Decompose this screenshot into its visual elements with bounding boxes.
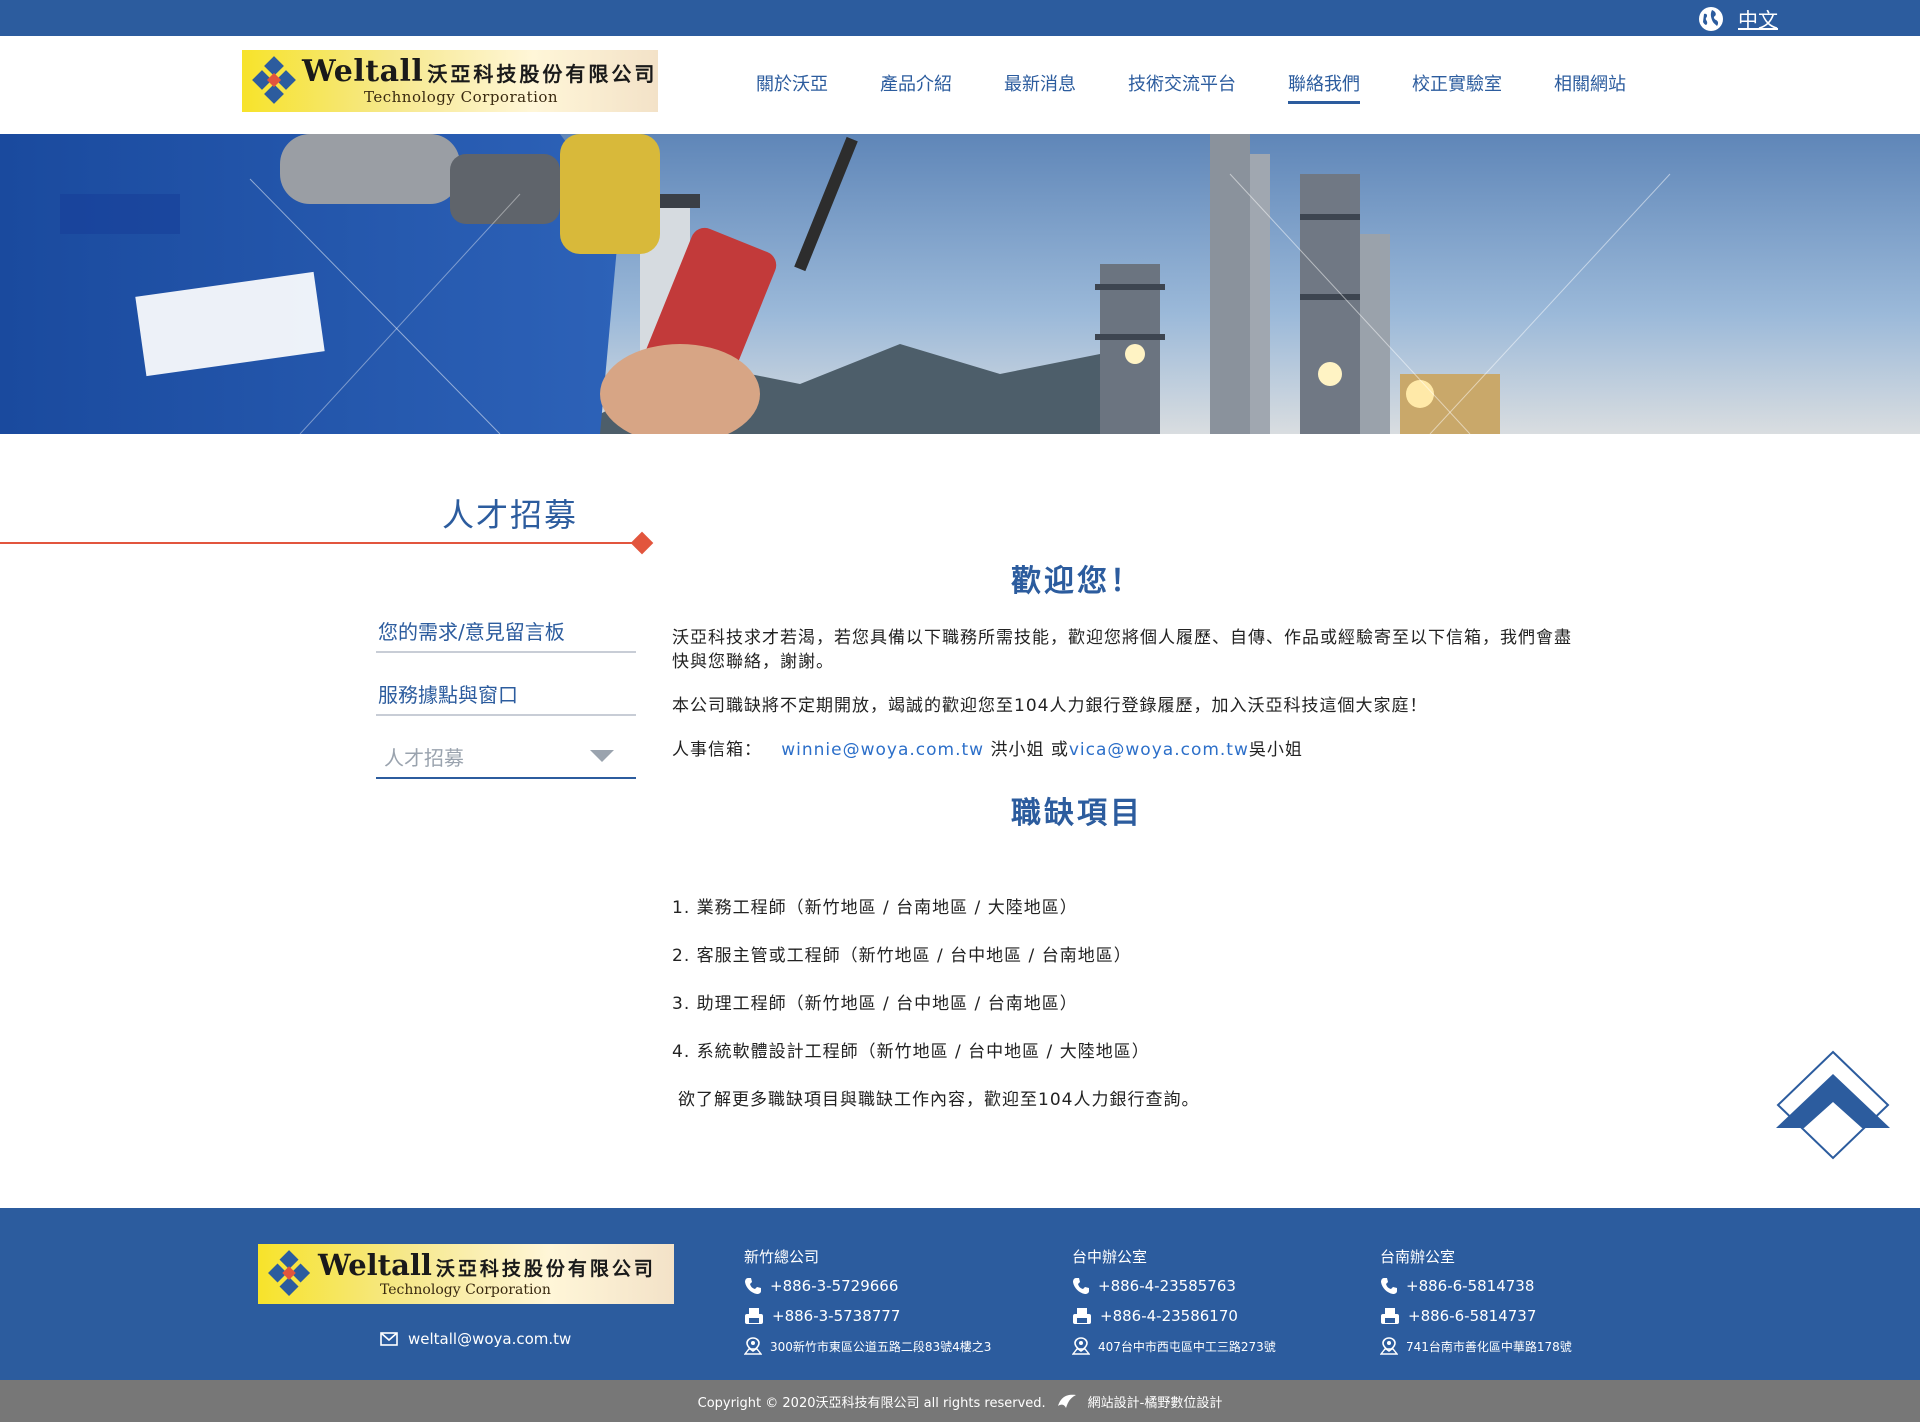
language-label[interactable]: 中文	[1738, 4, 1778, 33]
banner-image	[0, 134, 1920, 434]
hero-banner	[0, 134, 1920, 434]
office-fax-text: +886-3-5738777	[772, 1307, 901, 1325]
fax-icon	[1073, 1308, 1091, 1324]
hr-name-1: 洪小姐 或	[984, 740, 1069, 760]
footer-logo[interactable]: Weltall 沃亞科技股份有限公司 Technology Corporation	[258, 1244, 674, 1304]
office-address: 741台南市善化區中華路178號	[1380, 1337, 1680, 1355]
office-fax-text: +886-4-23586170	[1100, 1307, 1238, 1325]
office-phone: +886-3-5729666	[744, 1277, 1044, 1295]
logo-mark-icon	[268, 1250, 311, 1296]
globe-icon	[1699, 6, 1723, 31]
sidebar-menu: 您的需求/意見留言板 服務據點與窗口 人才招募	[376, 612, 636, 779]
nav-contact[interactable]: 聯絡我們	[1288, 70, 1360, 104]
sidebar-item-service-locations[interactable]: 服務據點與窗口	[376, 675, 636, 716]
office-taichung: 台中辦公室 +886-4-23585763 +886-4-23586170 40…	[1072, 1246, 1372, 1367]
footer-email[interactable]: weltall@woya.com.tw	[380, 1330, 571, 1348]
sidebar-select-value: 人才招募	[384, 746, 464, 770]
designer-credit[interactable]: 網站設計-橘野數位設計	[1088, 1392, 1223, 1411]
logo-brand: Weltall 沃亞科技股份有限公司	[302, 54, 657, 89]
office-fax: +886-3-5738777	[744, 1307, 1044, 1325]
office-address: 407台中市西屯區中工三路273號	[1072, 1337, 1372, 1355]
office-fax: +886-4-23586170	[1072, 1307, 1372, 1325]
hr-email-vica[interactable]: vica@woya.com.tw	[1069, 740, 1249, 760]
office-hsinchu: 新竹總公司 +886-3-5729666 +886-3-5738777 300新…	[744, 1246, 1044, 1367]
language-switcher[interactable]: 中文	[1698, 4, 1778, 33]
office-tainan: 台南辦公室 +886-6-5814738 +886-6-5814737 741台…	[1380, 1246, 1680, 1367]
jobs-heading: 職缺項目	[1011, 796, 1143, 831]
nav-about[interactable]: 關於沃亞	[730, 70, 854, 104]
office-phone: +886-4-23585763	[1072, 1277, 1372, 1295]
fax-icon	[745, 1308, 763, 1324]
mail-icon	[380, 1332, 398, 1346]
location-icon	[1072, 1337, 1090, 1355]
main-nav: 關於沃亞 產品介紹 最新消息 技術交流平台 聯絡我們 校正實驗室 相關網站	[730, 70, 1652, 104]
office-address-text: 300新竹市東區公道五路二段83號4樓之3	[770, 1339, 992, 1354]
office-fax: +886-6-5814737	[1380, 1307, 1680, 1325]
office-address-text: 741台南市善化區中華路178號	[1406, 1339, 1572, 1354]
job-item: 4. 系統軟體設計工程師（新竹地區 / 台中地區 / 大陸地區）	[672, 1042, 1150, 1062]
location-icon	[1380, 1337, 1398, 1355]
intro-text: 沃亞科技求才若渴，若您具備以下職務所需技能，歡迎您將個人履歷、自傳、作品或經驗寄…	[672, 628, 1572, 672]
job-item: 1. 業務工程師（新竹地區 / 台南地區 / 大陸地區）	[672, 898, 1078, 918]
jobs-list: 1. 業務工程師（新竹地區 / 台南地區 / 大陸地區） 2. 客服主管或工程師…	[672, 896, 1572, 1064]
logo-brand-cn: 沃亞科技股份有限公司	[427, 62, 658, 86]
nav-tech-platform[interactable]: 技術交流平台	[1102, 70, 1262, 104]
footer-logo-brand-en: Weltall	[318, 1248, 432, 1282]
office-name: 台中辦公室	[1072, 1248, 1148, 1266]
hr-contact: 人事信箱： winnie@woya.com.tw 洪小姐 或vica@woya.…	[672, 738, 1572, 762]
site-header: Weltall 沃亞科技股份有限公司 Technology Corporation…	[0, 36, 1920, 134]
office-phone-text[interactable]: +886-6-5814738	[1406, 1277, 1534, 1295]
sidebar-item-feedback[interactable]: 您的需求/意見留言板	[376, 612, 636, 653]
copyright-bar: Copyright © 2020沃亞科技有限公司 all rights rese…	[0, 1380, 1920, 1422]
more-jobs-note: 欲了解更多職缺項目與職缺工作內容，歡迎至104人力銀行查詢。	[678, 1090, 1200, 1110]
hr-label: 人事信箱：	[672, 740, 762, 760]
office-name: 台南辦公室	[1380, 1248, 1456, 1266]
job-item: 3. 助理工程師（新竹地區 / 台中地區 / 台南地區）	[672, 994, 1078, 1014]
office-phone: +886-6-5814738	[1380, 1277, 1680, 1295]
fax-icon	[1381, 1308, 1399, 1324]
hr-email-winnie[interactable]: winnie@woya.com.tw	[781, 740, 984, 760]
top-bar: 中文	[0, 0, 1920, 36]
site-footer: Weltall 沃亞科技股份有限公司 Technology Corporation…	[0, 1208, 1920, 1380]
job-item: 2. 客服主管或工程師（新竹地區 / 台中地區 / 台南地區）	[672, 946, 1132, 966]
office-name: 新竹總公司	[744, 1248, 820, 1266]
footer-logo-brand: Weltall 沃亞科技股份有限公司	[318, 1248, 656, 1282]
footer-logo-tagline: Technology Corporation	[380, 1282, 551, 1298]
nav-calibration-lab[interactable]: 校正實驗室	[1386, 70, 1528, 104]
nav-news[interactable]: 最新消息	[978, 70, 1102, 104]
location-icon	[744, 1337, 762, 1355]
office-address: 300新竹市東區公道五路二段83號4樓之3	[744, 1337, 1044, 1355]
nav-products[interactable]: 產品介紹	[854, 70, 978, 104]
sidebar-divider	[0, 542, 640, 544]
phone-icon	[1381, 1278, 1397, 1294]
sidebar-divider-diamond	[630, 531, 654, 555]
sidebar-title: 人才招募	[442, 496, 579, 534]
office-phone-text[interactable]: +886-3-5729666	[770, 1277, 898, 1295]
site-logo[interactable]: Weltall 沃亞科技股份有限公司 Technology Corporation	[242, 50, 658, 112]
opening-note: 本公司職缺將不定期開放，竭誠的歡迎您至104人力銀行登錄履歷，加入沃亞科技這個大…	[672, 696, 1428, 716]
office-address-text: 407台中市西屯區中工三路273號	[1098, 1339, 1276, 1354]
phone-icon	[1073, 1278, 1089, 1294]
office-phone-text[interactable]: +886-4-23585763	[1098, 1277, 1236, 1295]
copyright-text: Copyright © 2020沃亞科技有限公司 all rights rese…	[697, 1395, 1046, 1411]
phone-icon	[745, 1278, 761, 1294]
footer-email-text[interactable]: weltall@woya.com.tw	[408, 1330, 571, 1348]
footer-logo-brand-cn: 沃亞科技股份有限公司	[435, 1258, 656, 1280]
logo-mark-icon	[252, 56, 296, 104]
nav-related-sites[interactable]: 相關網站	[1528, 70, 1652, 104]
office-fax-text: +886-6-5814737	[1408, 1307, 1537, 1325]
logo-brand-en: Weltall	[302, 54, 424, 89]
main-content: 歡迎您！ 沃亞科技求才若渴，若您具備以下職務所需技能，歡迎您將個人履歷、自傳、作…	[672, 556, 1572, 1112]
welcome-heading: 歡迎您！	[1011, 564, 1143, 599]
designer-logo-icon	[1057, 1394, 1076, 1408]
caret-down-icon	[590, 750, 614, 762]
sidebar-select-recruitment[interactable]: 人才招募	[376, 738, 636, 779]
hr-name-2: 吳小姐	[1248, 740, 1303, 760]
back-to-top-icon[interactable]	[1774, 1050, 1892, 1160]
logo-tagline: Technology Corporation	[364, 88, 559, 106]
